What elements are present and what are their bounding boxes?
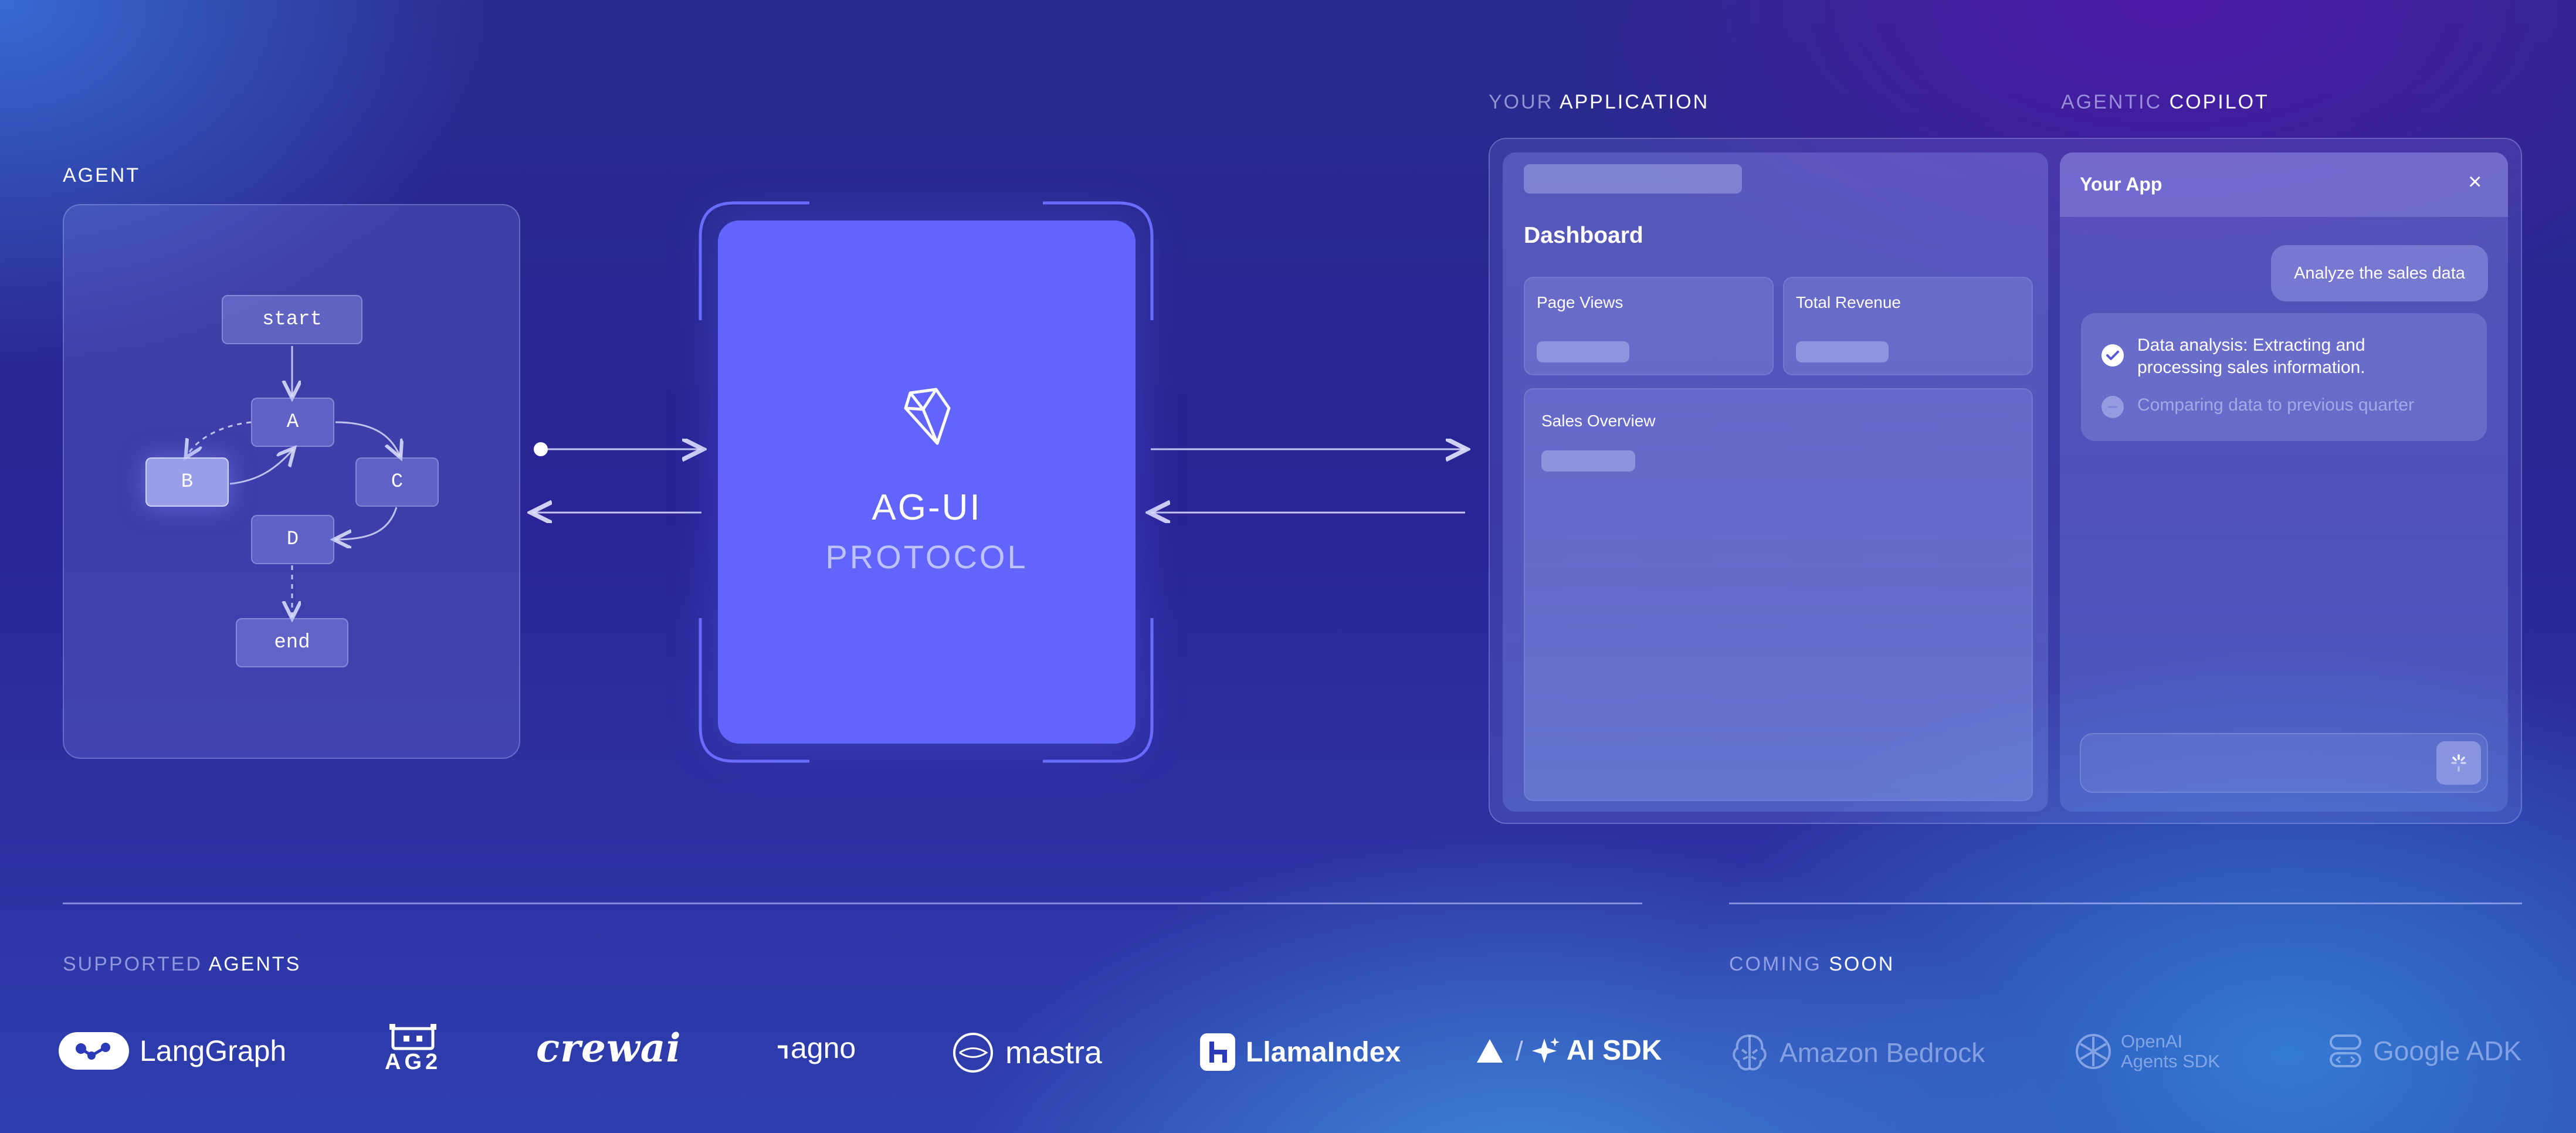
openai-agents-sdk-logo: OpenAI Agents SDK [2073,1031,2220,1072]
total-revenue-value-skeleton [1796,341,1889,362]
crewai-logo: crewai [536,1025,682,1071]
ag2-logo: AG2 [385,1023,441,1075]
google-adk-logo: Google ADK [2328,1033,2521,1068]
copilot-title: Your App [2080,174,2163,195]
mastra-icon [953,1033,993,1073]
google-adk-icon [2330,1034,2361,1067]
check-circle-icon [2102,344,2124,367]
page-views-value-skeleton [1537,341,1629,362]
sales-overview-label: Sales Overview [1541,412,1656,430]
coming-soon-label: COMING SOON [1729,953,1895,975]
coming-soon-divider [1729,903,2522,904]
langgraph-logo: LangGraph [59,1032,286,1070]
send-button[interactable] [2436,741,2481,785]
your-application-label: YOUR APPLICATION [1489,91,1710,113]
step-done-line2: processing sales information. [2137,358,2365,377]
openai-icon [2076,1034,2111,1069]
agentic-copilot-label: AGENTIC COPILOT [2061,91,2269,113]
app-header-skeleton [1524,164,1742,194]
protocol-title: AG-UI [872,487,982,528]
step-pending: Comparing data to previous quarter [2137,395,2414,415]
user-message-bubble: Analyze the sales data [2271,245,2488,301]
close-icon[interactable]: × [2468,169,2482,195]
diamond-gem-icon [904,388,951,445]
langgraph-icon [59,1032,129,1070]
pending-circle-icon [2102,396,2124,418]
llamaindex-logo: LlamaIndex [1200,1033,1401,1071]
sales-overview-skeleton [1541,450,1635,471]
supported-agents-label: SUPPORTED AGENTS [63,953,301,975]
sparkle-icon [1531,1037,1560,1063]
vercel-triangle-icon [1477,1039,1503,1063]
llama-icon [1200,1033,1235,1071]
dashboard-title: Dashboard [1524,223,1643,248]
amazon-bedrock-logo: Amazon Bedrock [1729,1032,1985,1073]
ag2-robot-icon [389,1024,437,1050]
bedrock-brain-icon [1733,1034,1767,1071]
loading-spinner-icon [2451,754,2466,772]
ai-sdk-logo: / AI SDK [1476,1034,1662,1067]
total-revenue-label: Total Revenue [1796,293,1902,311]
step-done-line1: Data analysis: Extracting and [2137,335,2365,355]
chat-input[interactable] [2080,733,2488,793]
protocol-subtitle: PROTOCOL [825,538,1028,575]
supported-divider [63,903,1642,904]
protocol-card: AG-UI PROTOCOL [718,221,1136,744]
agno-logo: agno [775,1031,856,1065]
connector-start-dot [534,442,548,456]
page-views-label: Page Views [1537,293,1623,311]
mastra-logo: mastra [951,1031,1102,1074]
